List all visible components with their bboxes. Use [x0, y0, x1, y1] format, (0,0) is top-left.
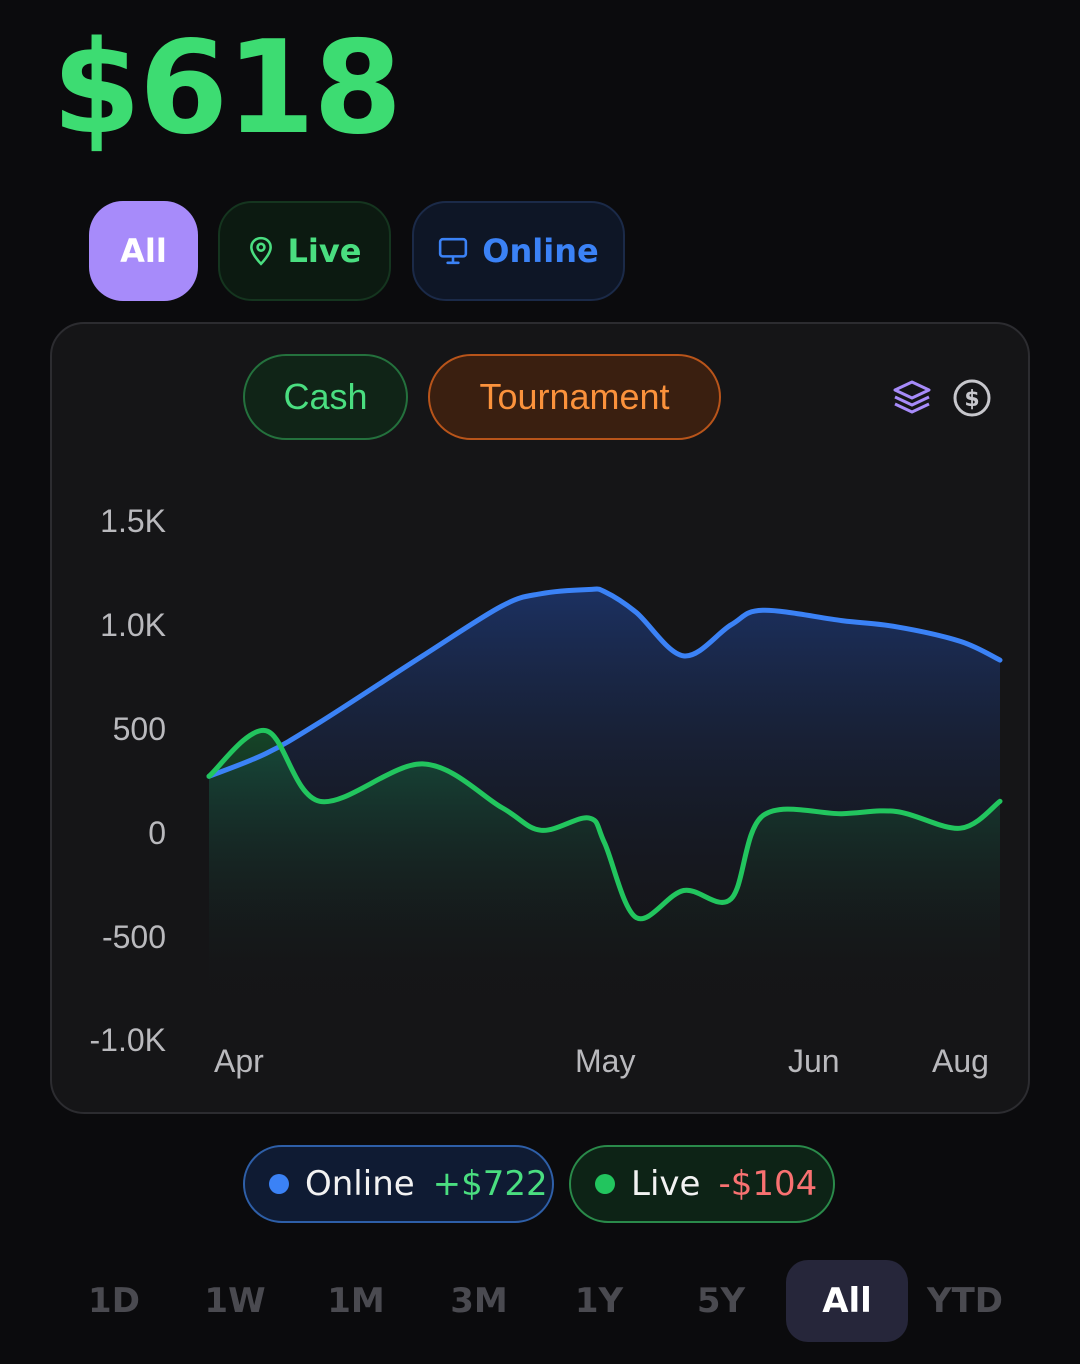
live-dot [595, 1174, 615, 1194]
online-dot [269, 1174, 289, 1194]
filter-online-label: Online [482, 232, 599, 270]
range-3m[interactable]: 3M [436, 1260, 522, 1342]
range-5y[interactable]: 5Y [679, 1260, 763, 1342]
y-tick-label: -500 [102, 919, 166, 955]
portfolio-screen: $618 All Live Online Cash Tournament $ 1… [0, 0, 1080, 1364]
range-all[interactable]: All [786, 1260, 908, 1342]
profit-chart: 1.5K 1.0K 500 0 -500 -1.0K Apr May Jun Aug [90, 503, 1003, 1079]
y-tick-label: 1.0K [100, 607, 166, 643]
y-tick-label: 1.5K [100, 503, 166, 539]
legend-online-value: +$722 [432, 1164, 548, 1204]
range-1m[interactable]: 1M [314, 1260, 398, 1342]
x-tick-label: Aug [932, 1043, 989, 1079]
filter-all-label: All [120, 232, 167, 270]
filter-live-label: Live [287, 232, 362, 270]
y-tick-label: -1.0K [90, 1022, 166, 1058]
range-1w[interactable]: 1W [193, 1260, 277, 1342]
filter-live-button[interactable]: Live [218, 201, 391, 301]
range-ytd[interactable]: YTD [921, 1260, 1009, 1342]
x-tick-label: Jun [788, 1043, 840, 1079]
filter-online-button[interactable]: Online [412, 201, 625, 301]
x-axis: Apr May Jun Aug [214, 1043, 989, 1079]
y-tick-label: 0 [148, 815, 166, 851]
legend-online[interactable]: Online +$722 [243, 1145, 554, 1223]
monitor-icon [439, 237, 468, 265]
series-layer [206, 586, 1003, 1004]
x-tick-label: Apr [214, 1043, 264, 1079]
map-pin-icon [249, 236, 272, 266]
legend-live-label: Live [631, 1164, 701, 1204]
x-tick-label: May [575, 1043, 635, 1079]
legend-live-value: -$104 [718, 1164, 818, 1204]
total-profit: $618 [52, 14, 402, 163]
legend-live[interactable]: Live -$104 [569, 1145, 835, 1223]
filter-all-button[interactable]: All [89, 201, 198, 301]
chart-card: Cash Tournament $ 1.5K 1.0K 500 0 -500 -… [50, 322, 1030, 1114]
legend-online-label: Online [305, 1164, 415, 1204]
y-tick-label: 500 [113, 711, 166, 747]
range-1y[interactable]: 1Y [557, 1260, 641, 1342]
y-axis: 1.5K 1.0K 500 0 -500 -1.0K [90, 503, 166, 1058]
range-1d[interactable]: 1D [72, 1260, 156, 1342]
